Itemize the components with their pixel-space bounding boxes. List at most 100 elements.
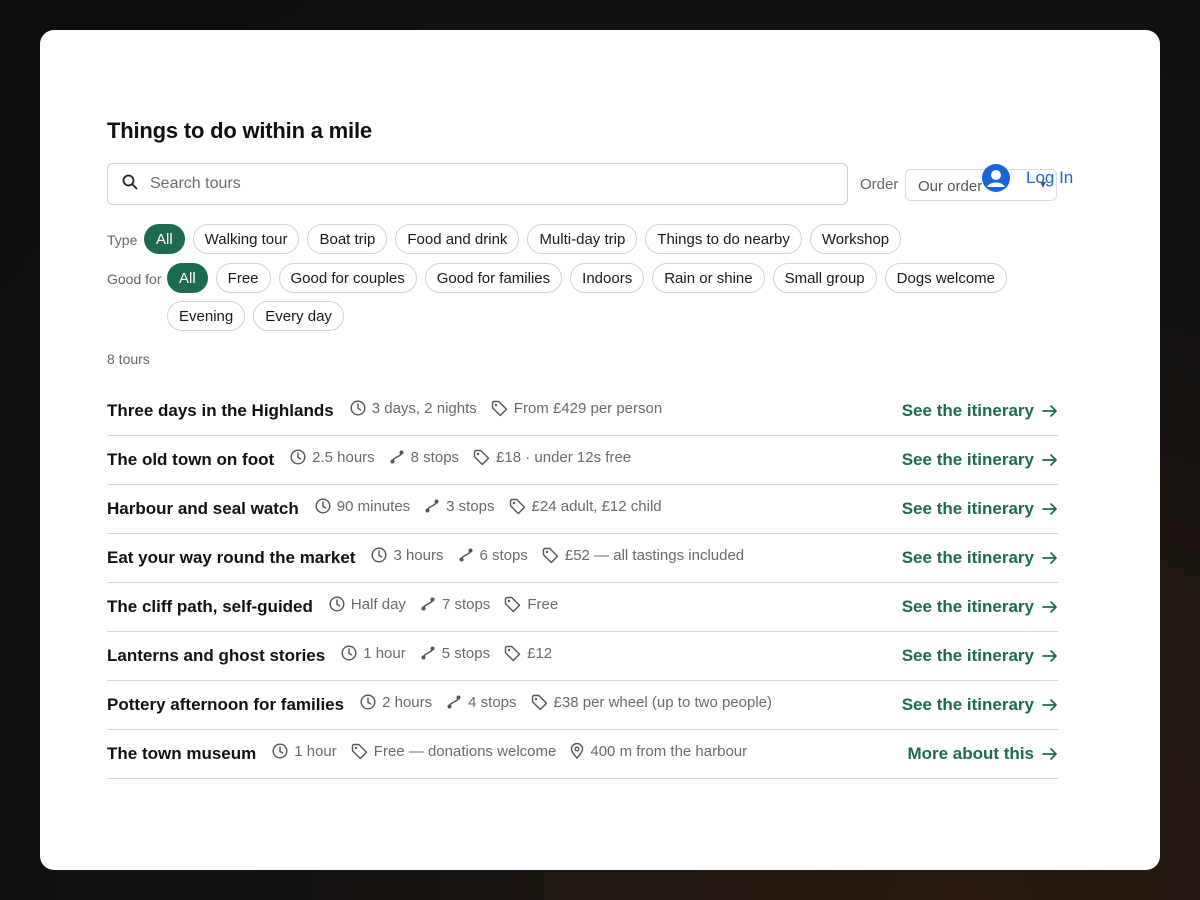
tag-icon bbox=[473, 449, 496, 466]
good-for-filter-label: Good for bbox=[107, 271, 162, 287]
tour-row: Lanterns and ghost stories 1 hour 5 stops £… bbox=[107, 632, 1058, 681]
clock-icon bbox=[272, 743, 294, 759]
type-filter-chip[interactable]: Walking tour bbox=[192, 224, 300, 254]
route-icon bbox=[420, 596, 442, 612]
order-label: Order bbox=[860, 176, 899, 193]
search-input[interactable] bbox=[148, 174, 812, 194]
tour-name: The town museum bbox=[107, 744, 257, 763]
tour-link[interactable]: See the itinerary bbox=[902, 597, 1058, 617]
tour-name: Harbour and seal watch bbox=[107, 499, 299, 518]
good-for-filter-chip[interactable]: Free bbox=[215, 263, 271, 293]
tour-location-text: 400 m from the harbour bbox=[590, 742, 748, 760]
tour-stops: 3 stops bbox=[424, 497, 495, 515]
clock-icon bbox=[329, 596, 351, 612]
good-for-filter-chips: All Free Good for couples Good for families… bbox=[167, 263, 1008, 293]
good-for-filter-chip[interactable]: Good for couples bbox=[278, 263, 417, 293]
tour-link-label: See the itinerary bbox=[901, 499, 1034, 518]
tour-duration-text: 1 hour bbox=[363, 644, 406, 662]
tour-stops-text: 6 stops bbox=[479, 546, 528, 564]
tours-card: Things to do within a mile Log In Order … bbox=[40, 30, 1160, 870]
tour-duration: 1 hour bbox=[272, 743, 337, 760]
tour-link[interactable]: See the itinerary bbox=[902, 548, 1058, 568]
route-icon bbox=[389, 449, 411, 465]
tour-link[interactable]: More about this bbox=[907, 744, 1058, 764]
tour-duration: 2 hours bbox=[360, 694, 432, 711]
tour-link-label: See the itinerary bbox=[901, 646, 1034, 665]
type-filter-chip[interactable]: Things to do nearby bbox=[645, 224, 802, 254]
tour-link[interactable]: See the itinerary bbox=[902, 401, 1058, 421]
type-filter-chip[interactable]: All bbox=[144, 224, 185, 254]
tour-duration: 1 hour bbox=[341, 645, 406, 662]
tour-name: The cliff path, self-guided bbox=[107, 597, 313, 616]
route-icon bbox=[446, 694, 468, 710]
type-filter-chips: All Walking tour Boat trip Food and drink Mu… bbox=[144, 224, 902, 254]
good-for-filter-chip[interactable]: Evening bbox=[167, 301, 246, 331]
tour-price-text: £24 adult, £12 child bbox=[531, 497, 662, 515]
good-for-filter-chip[interactable]: Dogs welcome bbox=[884, 263, 1008, 293]
tour-duration: 3 days, 2 nights bbox=[350, 400, 477, 417]
good-for-filter-chip[interactable]: Indoors bbox=[570, 263, 645, 293]
tour-price-text: £12 bbox=[527, 644, 553, 662]
tour-link-label: More about this bbox=[907, 744, 1034, 763]
tour-price: Free — donations welcome bbox=[351, 742, 557, 760]
tour-duration-text: 3 hours bbox=[393, 546, 444, 564]
tour-link[interactable]: See the itinerary bbox=[902, 695, 1058, 715]
tour-duration-text: Half day bbox=[350, 595, 406, 613]
tag-icon bbox=[504, 645, 527, 662]
clock-icon bbox=[290, 449, 312, 465]
clock-icon bbox=[360, 694, 382, 710]
login-button[interactable]: Log In bbox=[982, 164, 1073, 192]
tag-icon bbox=[531, 694, 554, 711]
tour-duration: 2.5 hours bbox=[290, 449, 375, 466]
tour-price: £12 bbox=[504, 645, 552, 662]
tour-link[interactable]: See the itinerary bbox=[902, 499, 1058, 519]
arrow-right-icon bbox=[1042, 698, 1058, 712]
good-for-filter-chip[interactable]: Good for families bbox=[424, 263, 563, 293]
type-filter-chip[interactable]: Multi-day trip bbox=[527, 224, 638, 254]
arrow-right-icon bbox=[1042, 404, 1058, 418]
tour-stops: 5 stops bbox=[420, 645, 490, 662]
results-count: 8 tours bbox=[107, 351, 150, 367]
arrow-right-icon bbox=[1042, 747, 1058, 761]
tour-link-label: See the itinerary bbox=[901, 548, 1034, 567]
tour-list: Three days in the Highlands 3 days, 2 nig… bbox=[107, 387, 1058, 779]
tour-stops-text: 3 stops bbox=[446, 497, 495, 515]
tour-duration-text: 3 days, 2 nights bbox=[371, 399, 477, 417]
good-for-filter-chip[interactable]: Small group bbox=[772, 263, 877, 293]
tour-price-text: From £429 per person bbox=[513, 399, 663, 417]
tour-row: Pottery afternoon for families 2 hours 4 s… bbox=[107, 681, 1058, 730]
tag-icon bbox=[542, 547, 565, 564]
tour-stops: 7 stops bbox=[420, 596, 490, 613]
arrow-right-icon bbox=[1042, 453, 1058, 467]
tour-price: £38 per wheel (up to two people) bbox=[531, 694, 772, 711]
good-for-filter-chip[interactable]: Every day bbox=[253, 301, 344, 331]
type-filter-label: Type bbox=[107, 232, 138, 248]
tour-link-label: See the itinerary bbox=[901, 401, 1034, 420]
tour-stops-text: 5 stops bbox=[441, 644, 491, 662]
tour-price-text: £18 · under 12s free bbox=[496, 448, 632, 466]
tag-icon bbox=[504, 596, 527, 613]
tour-row: The town museum 1 hour Free — donations we… bbox=[107, 730, 1058, 779]
tour-price-text: Free — donations welcome bbox=[373, 742, 557, 760]
type-filter-chip[interactable]: Boat trip bbox=[307, 224, 388, 254]
login-label: Log In bbox=[1026, 168, 1074, 187]
search-icon bbox=[122, 174, 138, 195]
order-selected-value: Our order bbox=[918, 178, 983, 195]
tour-link[interactable]: See the itinerary bbox=[902, 450, 1058, 470]
tour-link[interactable]: See the itinerary bbox=[902, 646, 1058, 666]
tour-row: Eat your way round the market 3 hours 6 st… bbox=[107, 534, 1058, 583]
search-box[interactable] bbox=[107, 163, 848, 205]
tour-row: The cliff path, self-guided Half day 7 sto… bbox=[107, 583, 1058, 632]
type-filter-chip[interactable]: Food and drink bbox=[395, 224, 520, 254]
tour-name: Lanterns and ghost stories bbox=[107, 646, 326, 665]
tour-duration-text: 1 hour bbox=[294, 742, 337, 760]
tour-price: £52 — all tastings included bbox=[542, 547, 744, 564]
good-for-filter-chip[interactable]: Rain or shine bbox=[652, 263, 765, 293]
clock-icon bbox=[371, 547, 393, 563]
type-filter-chip[interactable]: Workshop bbox=[809, 224, 902, 254]
route-icon bbox=[458, 547, 480, 563]
tour-duration-text: 2 hours bbox=[382, 693, 433, 711]
tour-stops: 6 stops bbox=[458, 547, 528, 564]
tour-stops-text: 4 stops bbox=[468, 693, 517, 711]
good-for-filter-chip[interactable]: All bbox=[167, 263, 208, 293]
